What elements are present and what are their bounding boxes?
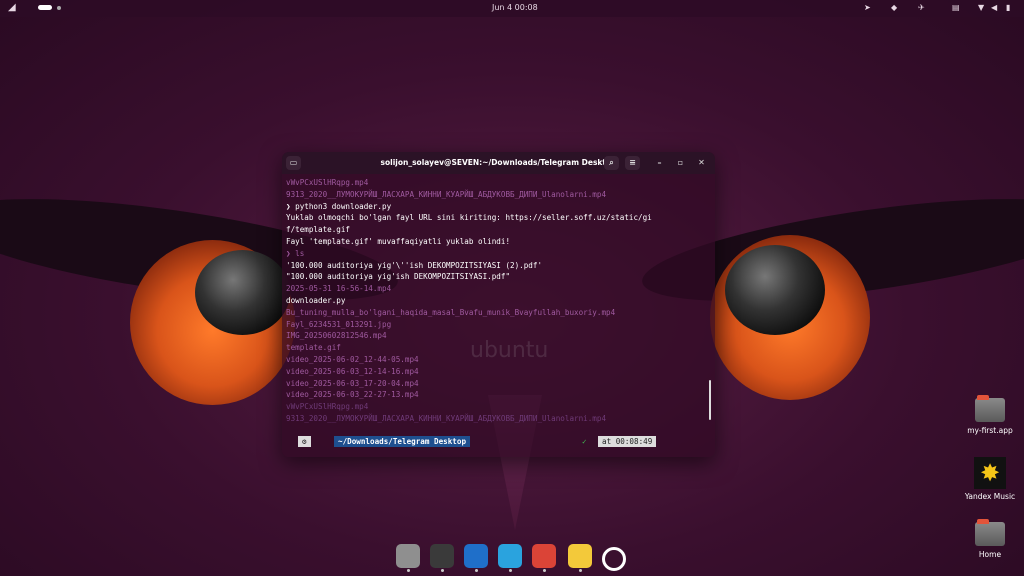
terminal-line: Fayl_6234531_013291.jpg	[286, 319, 392, 329]
prompt-check: ✓	[582, 437, 587, 446]
desktop-icon-label: Yandex Music	[964, 492, 1016, 501]
dock-terminal-icon[interactable]	[430, 544, 454, 568]
prompt-line: ⚙ ~/Downloads/Telegram Desktop ✓ at 00:0…	[286, 436, 709, 448]
telegram-tray-icon[interactable]: ➤	[864, 3, 871, 12]
close-button[interactable]: ✕	[694, 156, 709, 170]
ubuntu-menu-icon[interactable]: ◢	[8, 2, 16, 13]
terminal-line: 2025-05-31 16-56-14.mp4	[286, 284, 392, 294]
wifi-icon[interactable]: ▼	[978, 3, 984, 12]
terminal-line: vWvPCxUSlHRqpg.mp4	[286, 402, 369, 412]
prompt-time: at 00:08:49	[598, 436, 657, 447]
desktop-icon-home[interactable]: Home	[960, 519, 1020, 559]
dock-vscode-icon[interactable]	[464, 544, 488, 568]
volume-icon[interactable]: ◀	[991, 3, 997, 12]
maximize-button[interactable]: ▫	[673, 156, 688, 170]
tray-app-icon[interactable]: ◆	[891, 3, 897, 12]
running-indicator	[441, 569, 444, 572]
terminal-line: video_2025-06-02_12-44-05.mp4	[286, 354, 419, 364]
desktop-icon-label: Home	[978, 550, 1002, 559]
terminal-line: Yuklab olmoqchi bo'lgan fayl URL sini ki…	[286, 213, 652, 223]
battery-icon[interactable]: ▮	[1006, 3, 1010, 12]
terminal-line: Bu_tuning_mulla_bo'lgani_haqida_masal_Bv…	[286, 307, 616, 317]
dock-app-grid-icon[interactable]	[602, 547, 626, 571]
terminal-line: 9313_2020__ЛУМОКУРЙШ_ЛАСХАРА_КИННИ_КУАРЙ…	[286, 189, 607, 199]
dock-telegram-icon[interactable]	[498, 544, 522, 568]
folder-icon	[975, 395, 1005, 422]
terminal-line: downloader.py	[286, 295, 346, 305]
scrollbar[interactable]	[709, 380, 711, 420]
terminal-line: vWvPCxUSlHRqpg.mp4	[286, 178, 369, 187]
prompt-path: ~/Downloads/Telegram Desktop	[334, 436, 471, 447]
terminal-line: video_2025-06-03_22-27-13.mp4	[286, 390, 419, 400]
clock[interactable]: Jun 4 00:08	[492, 3, 538, 12]
terminal-line: ❯ ls	[286, 248, 305, 258]
terminal-line: template.gif	[286, 343, 341, 353]
window-title: solijon_solayev@SEVEN:~/Downloads/Telegr…	[380, 158, 617, 167]
terminal-line: video_2025-06-03_17-20-04.mp4	[286, 378, 419, 388]
top-bar: ◢ Jun 4 00:08 ➤ ◆ ✈ ▤ ▼ ◀ ▮	[0, 0, 1024, 17]
dock-files-icon[interactable]	[396, 544, 420, 568]
running-indicator	[543, 569, 546, 572]
terminal-titlebar[interactable]: ▭ solijon_solayev@SEVEN:~/Downloads/Tele…	[282, 152, 715, 174]
prompt-status-segment: ⚙	[298, 436, 311, 447]
desktop-icon-my-first-app[interactable]: my-first.app	[960, 395, 1020, 435]
clipboard-icon[interactable]: ▤	[952, 3, 960, 12]
desktop-icon-label: my-first.app	[967, 426, 1013, 435]
search-icon[interactable]: ⌕	[604, 156, 619, 170]
yandex-music-icon: ✸	[974, 457, 1006, 489]
menu-icon[interactable]: ≡	[625, 156, 640, 170]
running-indicator	[407, 569, 410, 572]
desktop-icon-yandex-music[interactable]: ✸ Yandex Music	[960, 457, 1020, 501]
terminal-window[interactable]: ▭ solijon_solayev@SEVEN:~/Downloads/Tele…	[282, 152, 715, 457]
terminal-line: f/template.gif	[286, 225, 351, 235]
terminal-line: 9313_2020__ЛУМОКУРЙШ_ЛАСХАРА_КИННИ_КУАРЙ…	[286, 413, 607, 423]
home-folder-icon	[975, 519, 1005, 546]
terminal-line: "100.000 auditoriya yig'ish DEKOMPOZITSI…	[286, 272, 511, 282]
terminal-line: Fayl 'template.gif' muvaffaqiyatli yukla…	[286, 236, 511, 246]
running-indicator	[579, 569, 582, 572]
running-indicator	[509, 569, 512, 572]
minimize-button[interactable]: –	[652, 156, 667, 170]
terminal-line: video_2025-06-03_12-14-16.mp4	[286, 366, 419, 376]
tray-bird-icon[interactable]: ✈	[918, 3, 925, 12]
dock-chrome-icon[interactable]	[532, 544, 556, 568]
terminal-output[interactable]: vWvPCxUSlHRqpg.mp4 9313_2020__ЛУМОКУРЙШ_Л…	[286, 177, 707, 425]
running-indicator	[475, 569, 478, 572]
terminal-line: ❯ python3 downloader.py	[286, 201, 392, 211]
workspace-indicator[interactable]	[38, 3, 61, 12]
dock-text-editor-icon[interactable]	[568, 544, 592, 568]
terminal-line: '100.000 auditoriya yig'\''ish DEKOMPOZI…	[286, 260, 543, 270]
terminal-line: IMG_20250602812546.mp4	[286, 331, 387, 341]
